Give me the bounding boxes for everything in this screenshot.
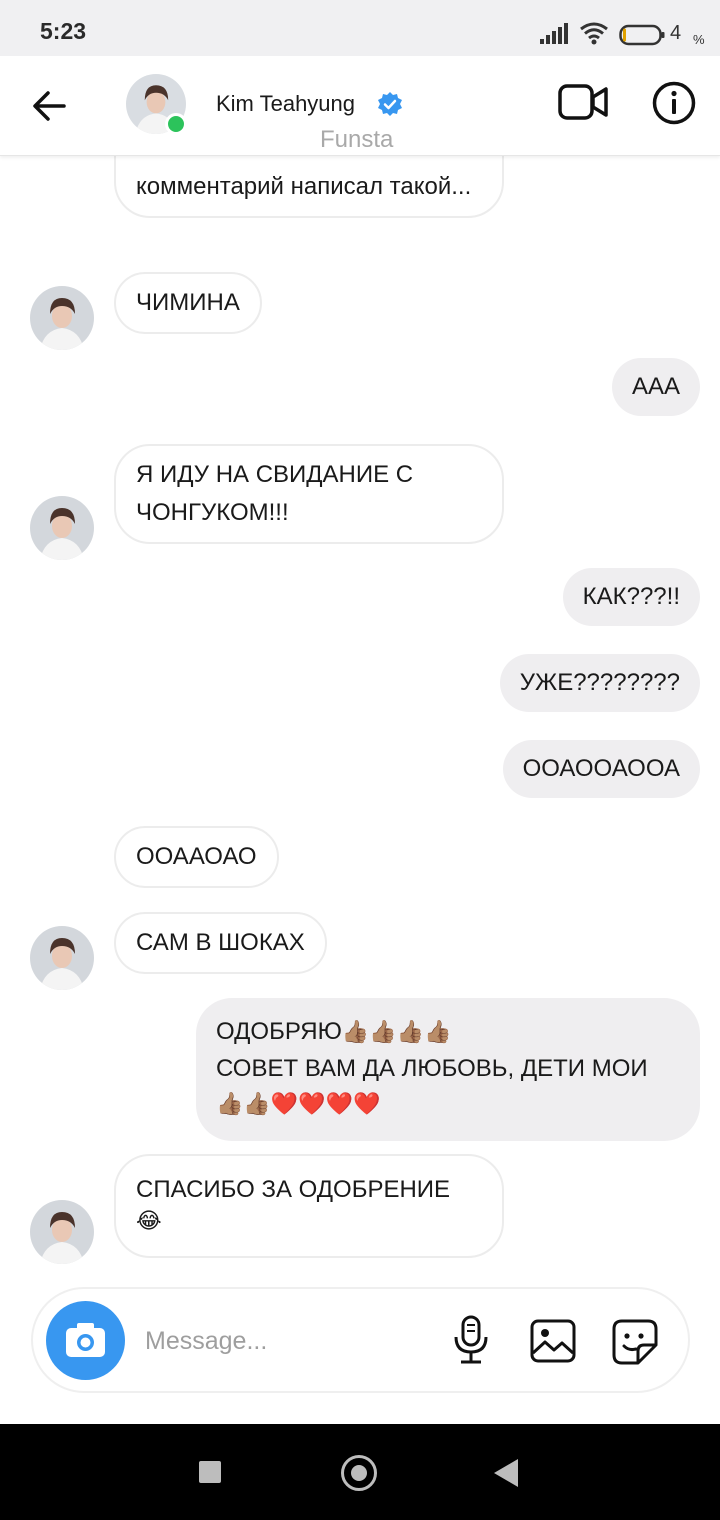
signal-icon xyxy=(540,23,568,44)
message-text: СОВЕТ ВАМ ДА ЛЮБОВЬ, ДЕТИ МОИ xyxy=(216,1055,648,1082)
thumbs-up-icon: 👍🏽👍🏽👍🏽👍🏽 xyxy=(341,1020,452,1045)
avatar-photo-icon xyxy=(30,286,94,350)
camera-button[interactable] xyxy=(46,1301,125,1380)
online-status-dot xyxy=(165,113,187,135)
microphone-icon[interactable] xyxy=(451,1315,491,1365)
verified-badge-icon xyxy=(378,92,402,116)
sender-avatar[interactable] xyxy=(30,496,94,560)
message-text: ООАООАООА xyxy=(522,755,680,782)
wifi-icon xyxy=(580,22,608,45)
contact-name[interactable]: Kim Teahyung xyxy=(216,91,355,117)
recent-apps-button[interactable] xyxy=(199,1461,221,1483)
message-bubble-incoming[interactable]: Я ИДУ НА СВИДАНИЕ С ЧОНГУКОМ!!! xyxy=(114,444,504,544)
heart-icon: 👍🏽👍🏽❤️❤️❤️❤️ xyxy=(216,1092,381,1117)
video-call-icon[interactable] xyxy=(558,82,608,122)
home-button[interactable] xyxy=(341,1455,377,1491)
system-navigation-bar xyxy=(0,1424,720,1520)
message-text: СПАСИБО ЗА ОДОБРЕНИЕ xyxy=(136,1176,451,1203)
watermark-text: Funsta xyxy=(320,126,394,153)
battery-level: 4 xyxy=(670,22,682,44)
sticker-icon[interactable] xyxy=(612,1319,658,1365)
message-bubble-outgoing[interactable]: ОДОБРЯЮ👍🏽👍🏽👍🏽👍🏽 СОВЕТ ВАМ ДА ЛЮБОВЬ, ДЕТ… xyxy=(196,998,700,1141)
message-bubble-incoming[interactable]: ЧИМИНА xyxy=(114,272,262,334)
message-bubble-outgoing[interactable]: КАК???!! xyxy=(562,568,700,626)
gallery-icon[interactable] xyxy=(530,1319,576,1363)
message-bubble-incoming[interactable]: комментарий написал такой... xyxy=(114,156,504,218)
message-input[interactable] xyxy=(145,1319,435,1363)
avatar-photo-icon xyxy=(30,496,94,560)
sender-avatar[interactable] xyxy=(30,286,94,350)
message-text: ЧИМИНА xyxy=(136,289,240,316)
home-icon xyxy=(351,1465,367,1481)
camera-icon xyxy=(66,1323,105,1357)
status-time: 5:23 xyxy=(40,18,87,44)
message-text: ОДОБРЯЮ xyxy=(216,1018,342,1045)
message-text: комментарий написал такой... xyxy=(136,173,472,200)
back-arrow-icon[interactable] xyxy=(30,86,70,126)
info-icon[interactable] xyxy=(652,81,696,125)
message-text: ООААОАО xyxy=(136,843,257,870)
sender-avatar[interactable] xyxy=(30,1200,94,1264)
avatar-photo-icon xyxy=(30,1200,94,1264)
battery-unit: % xyxy=(693,32,705,47)
chat-header: Kim Teahyung Funsta xyxy=(0,56,720,156)
avatar-photo-icon xyxy=(30,926,94,990)
message-bubble-incoming[interactable]: САМ В ШОКАХ xyxy=(114,912,327,974)
message-text: УЖЕ???????? xyxy=(519,669,680,696)
sender-avatar[interactable] xyxy=(30,926,94,990)
message-bubble-outgoing[interactable]: ААА xyxy=(611,358,700,416)
message-bubble-outgoing[interactable]: УЖЕ???????? xyxy=(499,654,700,712)
message-bubble-incoming[interactable]: ООААОАО xyxy=(114,826,279,888)
message-bubble-incoming[interactable]: СПАСИБО ЗА ОДОБРЕНИЕ 😂 xyxy=(114,1154,504,1258)
message-text: Я ИДУ НА СВИДАНИЕ С ЧОНГУКОМ!!! xyxy=(136,461,414,526)
message-text: КАК???!! xyxy=(582,583,680,610)
battery-icon xyxy=(619,24,665,46)
message-thread[interactable]: комментарий написал такой... ЧИМИНА ААА … xyxy=(0,156,720,1280)
message-text: ААА xyxy=(631,373,680,400)
laughing-emoji-icon: 😂 xyxy=(136,1209,162,1234)
message-text: САМ В ШОКАХ xyxy=(136,929,305,956)
system-back-button[interactable] xyxy=(494,1459,518,1487)
status-bar: 5:23 4 % xyxy=(0,0,720,56)
message-bubble-outgoing[interactable]: ООАООАООА xyxy=(502,740,700,798)
message-composer xyxy=(31,1287,690,1393)
